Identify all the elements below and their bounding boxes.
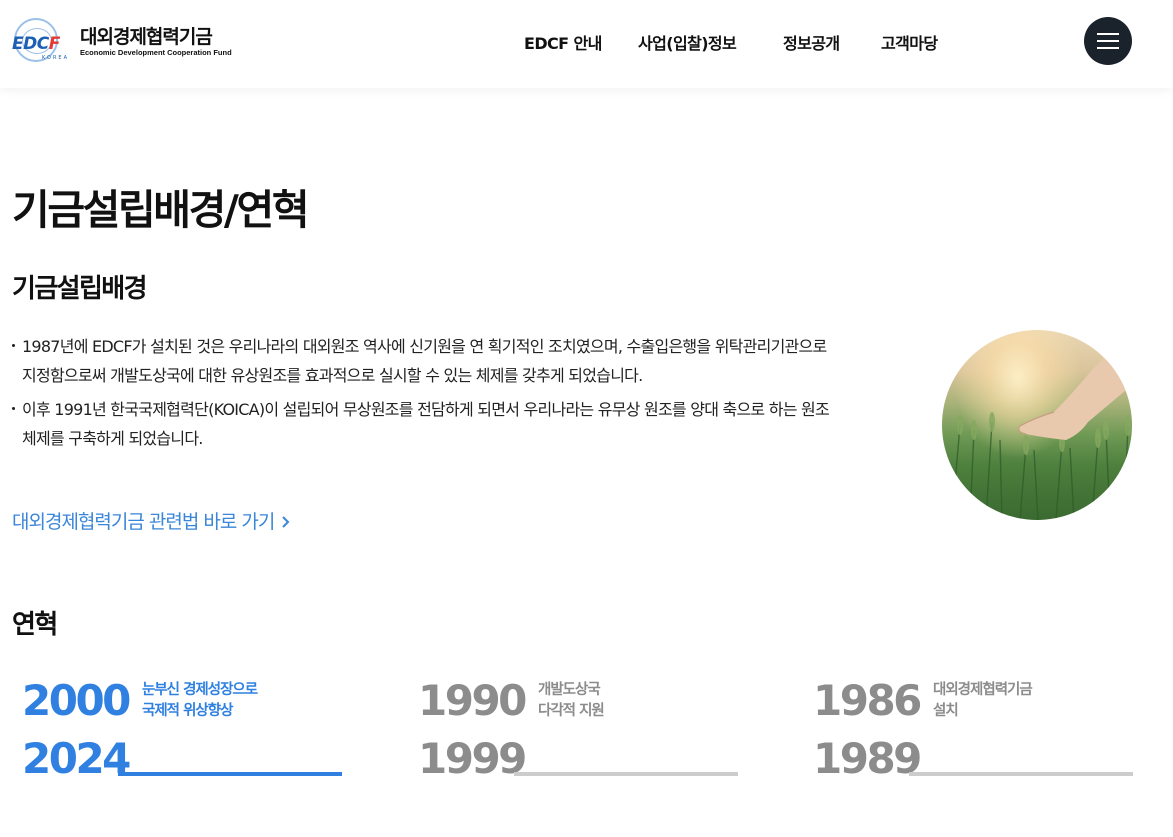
related-law-link-label: 대외경제협력기금 관련법 바로 가기 — [12, 511, 275, 533]
timeline-years: 1986 1989 — [813, 672, 922, 788]
edcf-logo[interactable]: EDCF KOREA 대외경제협력기금 Economic Development… — [12, 18, 242, 66]
timeline-start-year: 1986 — [813, 676, 922, 725]
chevron-right-icon — [282, 516, 290, 528]
site-header: EDCF KOREA 대외경제협력기금 Economic Development… — [0, 0, 1173, 88]
hamburger-line — [1097, 47, 1119, 49]
hamburger-menu-icon — [1097, 33, 1119, 35]
logo-name: 대외경제협력기금 — [80, 26, 213, 48]
background-section-title: 기금설립배경 — [12, 274, 148, 304]
timeline-start-year: 1990 — [418, 676, 527, 725]
timeline-desc-line: 개발도상국 — [538, 682, 601, 698]
timeline-start-year: 2000 — [22, 676, 131, 725]
timeline-item-1986-1989[interactable]: 1986 1989 대외경제협력기금 설치 — [813, 672, 1143, 784]
hand-over-wheat-field-image — [942, 330, 1132, 520]
nav-customer[interactable]: 고객마당 — [881, 30, 938, 54]
timeline-description: 대외경제협력기금 설치 — [933, 680, 1033, 722]
timeline-bar — [514, 772, 738, 776]
timeline-description: 눈부신 경제성장으로 국제적 위상향상 — [142, 680, 258, 722]
logo-korea-text: KOREA — [42, 55, 69, 61]
related-law-link[interactable]: 대외경제협력기금 관련법 바로 가기 — [12, 507, 291, 534]
hamburger-menu-button[interactable] — [1084, 17, 1132, 65]
timeline-end-year: 2024 — [22, 734, 131, 783]
timeline-item-2000-2024[interactable]: 2000 2024 눈부신 경제성장으로 국제적 위상향상 — [22, 672, 352, 784]
timeline-desc-line: 대외경제협력기금 — [933, 682, 1033, 698]
timeline-desc-line: 설치 — [933, 703, 959, 719]
timeline-desc-line: 다각적 지원 — [538, 703, 605, 719]
timeline-desc-line: 눈부신 경제성장으로 — [142, 682, 258, 698]
logo-subtitle: Economic Development Cooperation Fund — [80, 48, 232, 57]
hamburger-line — [1097, 40, 1119, 42]
edcf-logo-mark: EDCF KOREA — [12, 18, 74, 66]
timeline-desc-line: 국제적 위상향상 — [142, 703, 233, 719]
timeline-end-year: 1989 — [813, 734, 922, 783]
page-title: 기금설립배경/연혁 — [12, 186, 310, 234]
timeline-years: 2000 2024 — [22, 672, 131, 788]
bullet-item: 이후 1991년 한국국제협력단(KOICA)이 설립되어 무상원조를 전담하게… — [12, 395, 842, 453]
nav-disclosure[interactable]: 정보공개 — [783, 30, 840, 54]
timeline-end-year: 1999 — [418, 734, 527, 783]
timeline-bar — [909, 772, 1133, 776]
timeline-description: 개발도상국 다각적 지원 — [538, 680, 605, 722]
bullet-item: 1987년에 EDCF가 설치된 것은 우리나라의 대외원조 역사에 신기원을 … — [12, 332, 842, 390]
nav-edcf-info[interactable]: EDCF 안내 — [524, 30, 602, 54]
timeline-years: 1990 1999 — [418, 672, 527, 788]
nav-business-info[interactable]: 사업(입찰)정보 — [638, 30, 737, 54]
logo-mark-text: EDCF — [12, 34, 60, 54]
timeline-active-bar — [118, 772, 342, 776]
history-section-title: 연혁 — [12, 610, 58, 640]
background-bullet-list: 1987년에 EDCF가 설치된 것은 우리나라의 대외원조 역사에 신기원을 … — [12, 332, 842, 458]
timeline-item-1990-1999[interactable]: 1990 1999 개발도상국 다각적 지원 — [418, 672, 748, 784]
